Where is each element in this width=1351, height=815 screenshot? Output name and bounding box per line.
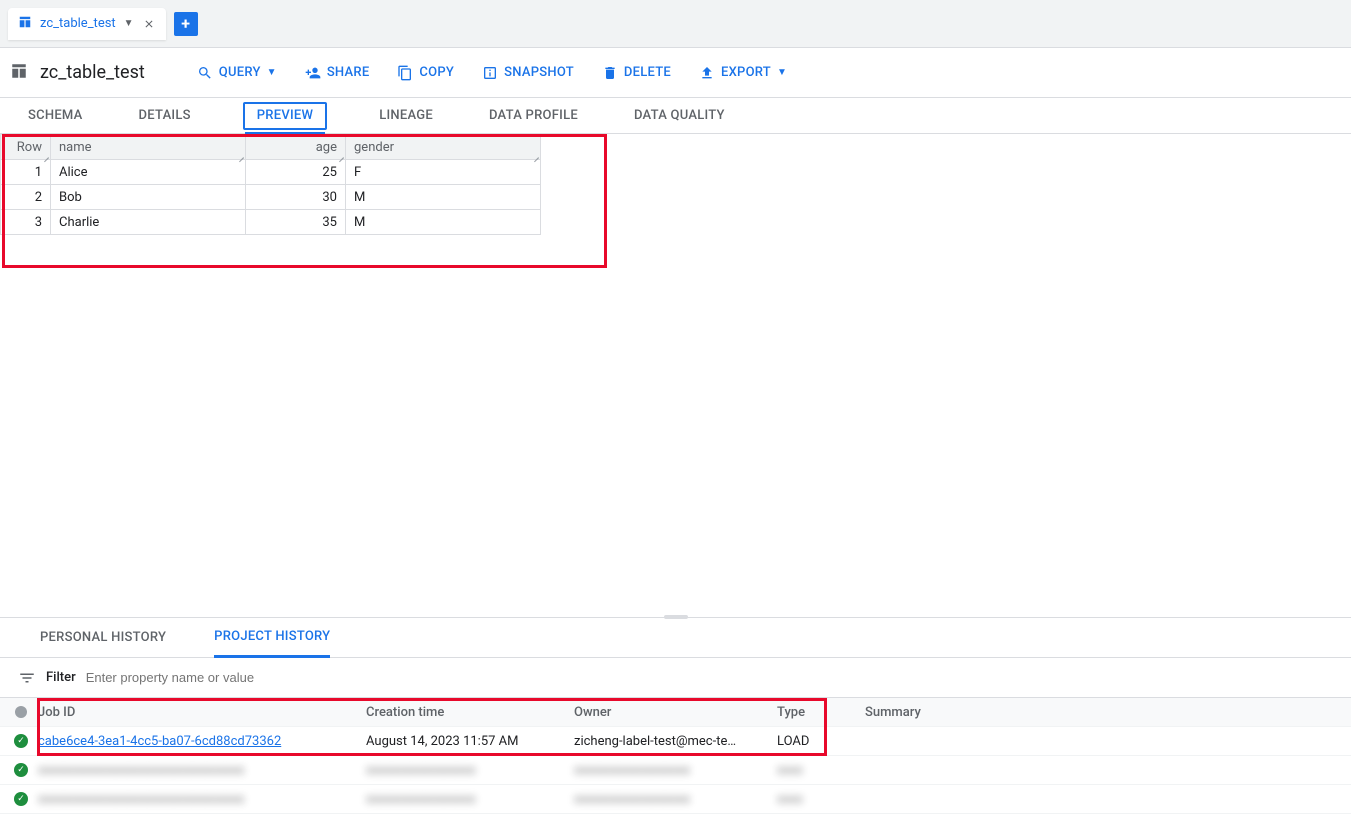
- chevron-down-icon[interactable]: ▼: [124, 18, 134, 29]
- col-header-summary[interactable]: Summary: [865, 705, 1339, 720]
- tab-data-quality[interactable]: DATA QUALITY: [630, 98, 729, 134]
- share-button[interactable]: SHARE: [305, 65, 370, 81]
- jobs-list: Job ID Creation time Owner Type Summary …: [0, 698, 1351, 815]
- history-tabs: PERSONAL HISTORY PROJECT HISTORY: [0, 618, 1351, 658]
- col-header-jobid[interactable]: Job ID: [38, 705, 358, 720]
- col-header-type[interactable]: Type: [777, 705, 857, 720]
- action-toolbar: QUERY ▼ SHARE COPY SNAPSHOT DELETE EXPOR…: [197, 65, 787, 81]
- cell-row: 3: [1, 210, 51, 235]
- table-header: zc_table_test QUERY ▼ SHARE COPY SNAPSHO…: [0, 48, 1351, 98]
- table-row[interactable]: 3Charlie35M: [1, 210, 541, 235]
- tab-preview[interactable]: PREVIEW: [243, 102, 327, 130]
- check-icon: ✓: [14, 734, 28, 748]
- preview-table: Row name age gender 1Alice25F2Bob30M3Cha…: [0, 134, 541, 235]
- status-header[interactable]: [12, 706, 30, 718]
- job-creation-time: August 14, 2023 11:57 AM: [366, 734, 566, 749]
- tab-schema[interactable]: SCHEMA: [24, 98, 87, 134]
- page-title: zc_table_test: [40, 62, 145, 83]
- cell-gender: M: [346, 210, 541, 235]
- col-header-creation-time[interactable]: Creation time: [366, 705, 566, 720]
- cell-age: 30: [246, 185, 346, 210]
- check-icon: ✓: [14, 763, 28, 777]
- editor-tab-label: zc_table_test: [40, 16, 116, 31]
- job-creation-time: xxxxxxxxxxxxxxxxx: [366, 792, 566, 807]
- cell-age: 35: [246, 210, 346, 235]
- copy-button[interactable]: COPY: [397, 65, 454, 81]
- editor-tabbar: zc_table_test ▼ +: [0, 0, 1351, 48]
- trash-icon: [602, 65, 618, 81]
- tab-data-profile[interactable]: DATA PROFILE: [485, 98, 582, 134]
- table-icon: [10, 62, 28, 84]
- col-header-age[interactable]: age: [246, 135, 346, 160]
- preview-area: Row name age gender 1Alice25F2Bob30M3Cha…: [0, 134, 1351, 235]
- person-add-icon: [305, 65, 321, 81]
- table-icon: [18, 15, 32, 33]
- cell-row: 2: [1, 185, 51, 210]
- job-type: LOAD: [777, 734, 857, 749]
- col-header-row[interactable]: Row: [1, 135, 51, 160]
- tab-personal-history[interactable]: PERSONAL HISTORY: [40, 618, 166, 658]
- filter-bar: Filter: [0, 658, 1351, 698]
- copy-icon: [397, 65, 413, 81]
- cell-gender: M: [346, 185, 541, 210]
- job-creation-time: xxxxxxxxxxxxxxxxx: [366, 763, 566, 778]
- cell-age: 25: [246, 160, 346, 185]
- status-dot-icon: [15, 706, 27, 718]
- cell-gender: F: [346, 160, 541, 185]
- editor-tab[interactable]: zc_table_test ▼: [8, 8, 166, 40]
- job-status: ✓: [12, 734, 30, 748]
- filter-icon: [18, 669, 36, 687]
- job-row[interactable]: ✓xxxxxxxxxxxxxxxxxxxxxxxxxxxxxxxxxxxxxxx…: [0, 785, 1351, 814]
- job-owner: zicheng-label-test@mec-te…: [574, 734, 769, 749]
- job-type: xxxx: [777, 792, 857, 807]
- job-row[interactable]: ✓ cabe6ce4-3ea1-4cc5-ba07-6cd88cd73362 Aug…: [0, 727, 1351, 756]
- cell-name: Bob: [51, 185, 246, 210]
- check-icon: ✓: [14, 792, 28, 806]
- chevron-down-icon: ▼: [267, 67, 277, 78]
- query-button[interactable]: QUERY ▼: [197, 65, 277, 81]
- col-header-owner[interactable]: Owner: [574, 705, 769, 720]
- cell-row: 1: [1, 160, 51, 185]
- job-owner: xxxxxxxxxxxxxxxxxx: [574, 792, 769, 807]
- panel-drag-handle[interactable]: [664, 615, 688, 619]
- job-type: xxxx: [777, 763, 857, 778]
- table-subtabs: SCHEMA DETAILS PREVIEW LINEAGE DATA PROF…: [0, 98, 1351, 134]
- job-status: ✓: [12, 792, 30, 806]
- job-id-link[interactable]: cabe6ce4-3ea1-4cc5-ba07-6cd88cd73362: [38, 734, 358, 749]
- chevron-down-icon: ▼: [777, 67, 787, 78]
- table-row[interactable]: 1Alice25F: [1, 160, 541, 185]
- tab-lineage[interactable]: LINEAGE: [375, 98, 437, 134]
- job-id-link: xxxxxxxxxxxxxxxxxxxxxxxxxxxxxxxx: [38, 792, 358, 807]
- table-row[interactable]: 2Bob30M: [1, 185, 541, 210]
- close-tab-button[interactable]: [142, 17, 156, 31]
- jobs-header-row: Job ID Creation time Owner Type Summary: [0, 698, 1351, 727]
- cell-name: Alice: [51, 160, 246, 185]
- search-icon: [197, 65, 213, 81]
- export-icon: [699, 65, 715, 81]
- filter-input[interactable]: [86, 670, 1333, 685]
- export-button[interactable]: EXPORT ▼: [699, 65, 787, 81]
- tab-details[interactable]: DETAILS: [135, 98, 195, 134]
- job-status: ✓: [12, 763, 30, 777]
- snapshot-button[interactable]: SNAPSHOT: [482, 65, 574, 81]
- snapshot-icon: [482, 65, 498, 81]
- job-owner: xxxxxxxxxxxxxxxxxx: [574, 763, 769, 778]
- col-header-name[interactable]: name: [51, 135, 246, 160]
- cell-name: Charlie: [51, 210, 246, 235]
- job-id-link: xxxxxxxxxxxxxxxxxxxxxxxxxxxxxxxx: [38, 763, 358, 778]
- history-panel: PERSONAL HISTORY PROJECT HISTORY Filter …: [0, 617, 1351, 815]
- new-tab-button[interactable]: +: [174, 12, 198, 36]
- tab-project-history[interactable]: PROJECT HISTORY: [214, 618, 330, 658]
- col-header-gender[interactable]: gender: [346, 135, 541, 160]
- filter-label: Filter: [46, 670, 76, 685]
- delete-button[interactable]: DELETE: [602, 65, 671, 81]
- job-row[interactable]: ✓xxxxxxxxxxxxxxxxxxxxxxxxxxxxxxxxxxxxxxx…: [0, 756, 1351, 785]
